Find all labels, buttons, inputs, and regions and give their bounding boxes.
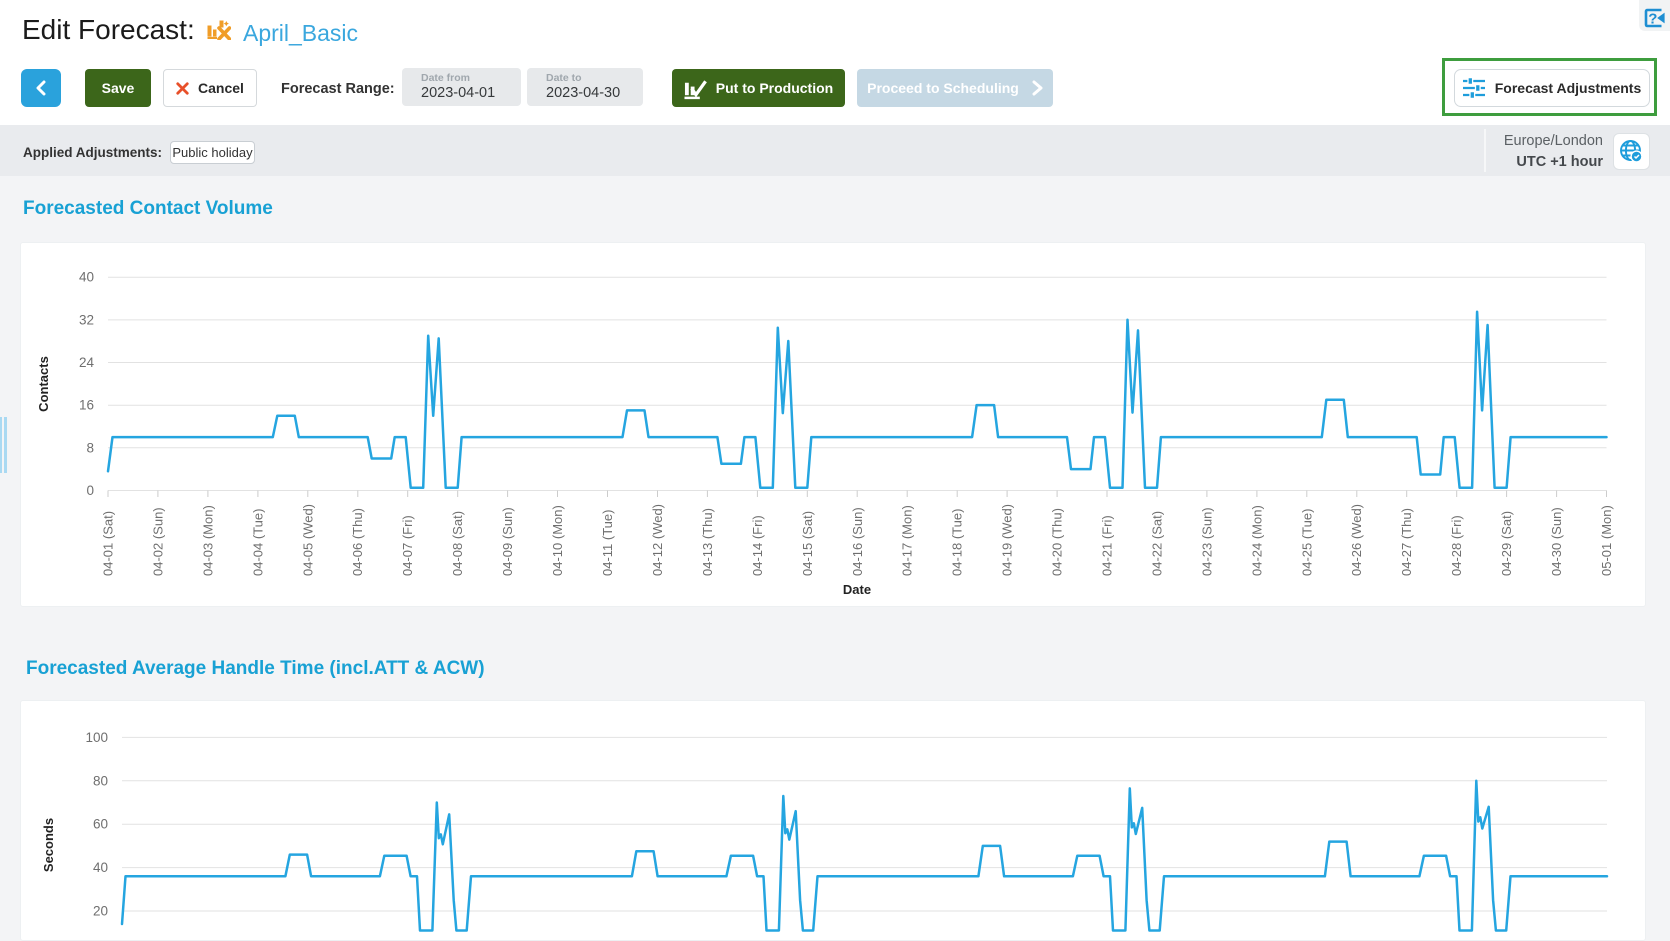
- svg-text:04-23 (Sun): 04-23 (Sun): [1199, 507, 1214, 576]
- svg-text:04-14 (Fri): 04-14 (Fri): [750, 515, 765, 576]
- svg-text:04-17 (Mon): 04-17 (Mon): [900, 505, 915, 576]
- svg-text:04-03 (Mon): 04-03 (Mon): [200, 505, 215, 576]
- svg-text:04-04 (Tue): 04-04 (Tue): [250, 509, 265, 576]
- svg-text:04-24 (Mon): 04-24 (Mon): [1249, 505, 1264, 576]
- svg-text:04-12 (Wed): 04-12 (Wed): [650, 504, 665, 576]
- svg-text:04-25 (Tue): 04-25 (Tue): [1299, 509, 1314, 576]
- svg-text:04-30 (Sun): 04-30 (Sun): [1549, 507, 1564, 576]
- svg-text:80: 80: [93, 773, 108, 788]
- svg-text:04-29 (Sat): 04-29 (Sat): [1499, 511, 1514, 576]
- svg-text:04-15 (Sat): 04-15 (Sat): [800, 511, 815, 576]
- svg-text:04-11 (Tue): 04-11 (Tue): [600, 510, 615, 576]
- svg-text:60: 60: [93, 817, 108, 832]
- svg-text:04-20 (Thu): 04-20 (Thu): [1050, 508, 1065, 576]
- svg-text:05-01 (Mon): 05-01 (Mon): [1599, 505, 1614, 576]
- svg-text:40: 40: [79, 270, 94, 285]
- svg-text:Contacts: Contacts: [36, 356, 51, 412]
- svg-text:32: 32: [79, 312, 94, 327]
- svg-text:04-18 (Tue): 04-18 (Tue): [950, 509, 965, 576]
- svg-text:04-13 (Thu): 04-13 (Thu): [700, 508, 715, 576]
- svg-text:04-21 (Fri): 04-21 (Fri): [1100, 515, 1115, 576]
- svg-text:04-01 (Sat): 04-01 (Sat): [101, 511, 116, 576]
- svg-text:04-27 (Thu): 04-27 (Thu): [1399, 508, 1414, 576]
- svg-text:20: 20: [93, 904, 108, 919]
- svg-text:04-06 (Thu): 04-06 (Thu): [350, 508, 365, 576]
- svg-text:24: 24: [79, 355, 95, 370]
- svg-text:04-09 (Sun): 04-09 (Sun): [500, 507, 515, 576]
- svg-text:8: 8: [86, 440, 94, 455]
- svg-text:04-10 (Mon): 04-10 (Mon): [550, 505, 565, 576]
- svg-text:04-02 (Sun): 04-02 (Sun): [150, 507, 165, 576]
- svg-text:04-05 (Wed): 04-05 (Wed): [300, 504, 315, 576]
- svg-text:04-19 (Wed): 04-19 (Wed): [1000, 504, 1015, 576]
- svg-text:16: 16: [79, 398, 94, 413]
- svg-text:04-26 (Wed): 04-26 (Wed): [1349, 504, 1364, 576]
- svg-text:40: 40: [93, 860, 108, 875]
- svg-text:04-07 (Fri): 04-07 (Fri): [400, 515, 415, 576]
- svg-text:Seconds: Seconds: [41, 818, 56, 872]
- svg-text:04-16 (Sun): 04-16 (Sun): [850, 507, 865, 576]
- svg-text:04-28 (Fri): 04-28 (Fri): [1449, 515, 1464, 576]
- svg-text:100: 100: [85, 730, 108, 745]
- svg-text:04-08 (Sat): 04-08 (Sat): [450, 511, 465, 576]
- svg-text:0: 0: [86, 483, 94, 498]
- svg-text:Date: Date: [843, 582, 871, 597]
- svg-text:04-22 (Sat): 04-22 (Sat): [1150, 511, 1165, 576]
